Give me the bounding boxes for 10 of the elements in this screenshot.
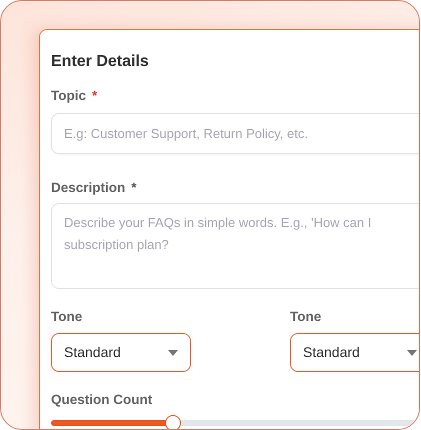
field-label: Topic [51, 88, 86, 104]
tone-select[interactable]: Standard [51, 333, 191, 372]
tone-select[interactable]: Standard [290, 333, 419, 372]
select-label: Tone [290, 309, 322, 325]
field-label: Description [51, 180, 126, 196]
form-title: Enter Details [51, 52, 150, 72]
select-label: Tone [51, 309, 84, 325]
required-mark: * [92, 88, 98, 104]
required-mark: * [131, 180, 137, 196]
slider-label: Question Count [51, 392, 154, 408]
